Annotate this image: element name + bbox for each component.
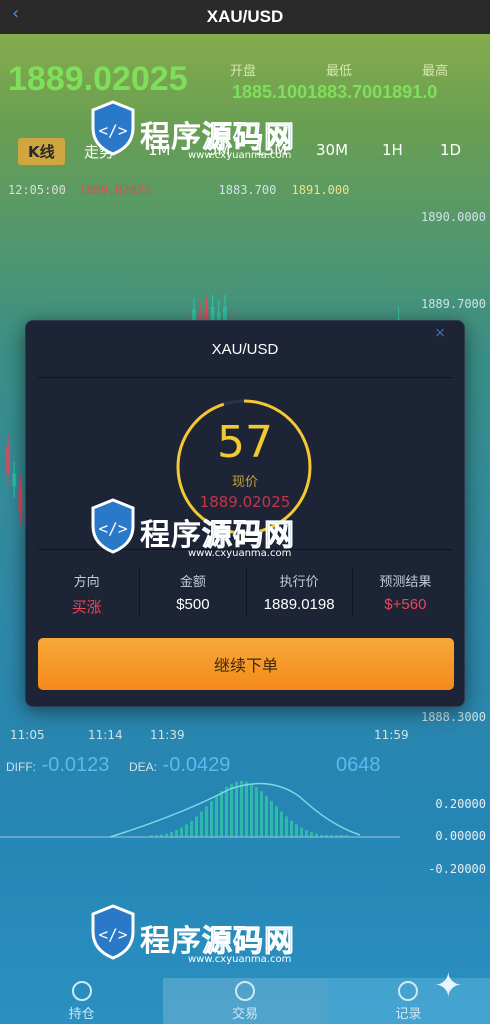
high-label: 最高 xyxy=(422,64,449,79)
candle-body xyxy=(18,486,23,513)
continue-order-button[interactable]: 继续下单 xyxy=(38,638,454,690)
macd-bar xyxy=(165,833,168,837)
detail-value: $500 xyxy=(176,596,210,613)
price-axis-label: 1889.7000 xyxy=(420,297,486,311)
macd-values-row: DIFF: -0.0123 DEA: -0.0429 0648 xyxy=(6,754,380,777)
watermark-url: www.cxyuanma.com xyxy=(188,548,292,559)
candle-body xyxy=(6,446,10,474)
macd-value: 0648 xyxy=(335,754,381,776)
macd-bar xyxy=(230,783,233,837)
macd-bar xyxy=(265,795,268,837)
macd-bar xyxy=(210,801,213,837)
nav-label: 交易 xyxy=(231,1006,258,1022)
macd-bar xyxy=(235,781,238,837)
record-icon xyxy=(398,980,419,1001)
portfolio-icon xyxy=(71,980,92,1001)
modal-title: XAU/USD xyxy=(211,341,279,358)
low-label: 最低 xyxy=(326,64,353,79)
divider xyxy=(38,377,452,378)
time-axis-label: 11:05 xyxy=(10,728,45,742)
watermark: </> 程序源码网 www.cxyuanma.com xyxy=(88,98,318,178)
macd-bar xyxy=(205,806,208,837)
macd-bar xyxy=(215,795,218,837)
macd-bar xyxy=(200,811,203,837)
price-axis-label: 1888.3000 xyxy=(420,710,486,724)
svg-text:</>: </> xyxy=(99,519,128,538)
macd-axis-label: 0.00000 xyxy=(435,829,486,843)
watermark-url: www.cxyuanma.com xyxy=(188,954,292,965)
dea-label: DEA: xyxy=(128,760,157,774)
macd-bar xyxy=(220,791,223,837)
tab-1d[interactable]: 1D xyxy=(440,141,461,159)
macd-bar xyxy=(245,781,248,837)
macd-bar xyxy=(275,806,278,837)
svg-text:</>: </> xyxy=(99,121,128,140)
macd-bar xyxy=(250,783,253,837)
macd-bar xyxy=(295,824,298,837)
detail-label: 预测结果 xyxy=(379,575,432,590)
macd-bar xyxy=(255,786,258,837)
price-axis-label: 1890.0000 xyxy=(420,210,486,224)
watermark: </> 程序源码网 www.cxyuanma.com xyxy=(88,902,318,982)
time-axis-label: 11:59 xyxy=(374,728,409,742)
detail-value: 买涨 xyxy=(71,599,102,616)
macd-bar xyxy=(225,786,228,837)
detail-value: $+560 xyxy=(384,596,427,613)
macd-bar xyxy=(300,827,303,837)
macd-bar xyxy=(240,781,243,837)
macd-chart xyxy=(0,781,400,838)
nav-label: 持仓 xyxy=(68,1006,95,1022)
bottom-nav: 持仓 交易 记录 xyxy=(0,978,490,1024)
macd-bar xyxy=(260,791,263,837)
shield-logo-icon: </> xyxy=(91,100,135,156)
macd-bar xyxy=(185,824,188,837)
shield-logo-icon: </> xyxy=(91,904,135,960)
macd-bar xyxy=(175,830,178,837)
close-icon[interactable]: × xyxy=(434,325,446,341)
back-chevron-icon[interactable]: ‹ xyxy=(12,3,19,24)
macd-axis-label: 0.20000 xyxy=(435,797,486,811)
nav-item-positions[interactable]: 持仓 xyxy=(0,978,163,1024)
macd-bar xyxy=(305,830,308,837)
shield-logo-icon: </> xyxy=(91,498,135,554)
trade-icon xyxy=(234,980,255,1001)
page-title: XAU/USD xyxy=(206,7,284,26)
nav-item-trade[interactable]: 交易 xyxy=(163,978,327,1024)
svg-text:</>: </> xyxy=(99,925,128,944)
detail-predicted-result: 预测结果 $+560 xyxy=(353,567,458,617)
macd-bar xyxy=(270,801,273,837)
sparkle-icon: ✦ xyxy=(434,966,463,1006)
macd-bar xyxy=(285,816,288,837)
watermark-url: www.cxyuanma.com xyxy=(188,150,292,161)
macd-bar xyxy=(310,832,313,837)
macd-bar xyxy=(170,832,173,837)
diff-value: -0.0123 xyxy=(41,754,110,776)
dea-value: -0.0429 xyxy=(162,754,231,776)
current-price-label: 现价 xyxy=(231,475,258,490)
macd-bar xyxy=(190,820,193,837)
open-label: 开盘 xyxy=(230,64,257,79)
macd-bar xyxy=(290,820,293,837)
candle-body xyxy=(12,473,17,487)
watermark: </> 程序源码网 www.cxyuanma.com xyxy=(88,496,318,576)
macd-bar xyxy=(180,827,183,837)
nav-label: 记录 xyxy=(395,1006,422,1022)
time-axis-label: 11:39 xyxy=(150,728,185,742)
macd-axis-label: -0.20000 xyxy=(428,862,486,876)
countdown-seconds: 57 xyxy=(217,417,273,468)
tab-30m[interactable]: 30M xyxy=(316,141,348,159)
tab-1h[interactable]: 1H xyxy=(382,141,403,159)
macd-bar xyxy=(195,816,198,837)
time-axis-label: 11:14 xyxy=(88,728,123,742)
diff-label: DIFF: xyxy=(6,760,36,774)
macd-bar xyxy=(280,811,283,837)
macd-bar xyxy=(315,833,318,837)
detail-value: 1889.0198 xyxy=(263,596,335,613)
top-bar: ‹ XAU/USD xyxy=(0,0,490,34)
last-price: 1889.02025 xyxy=(8,60,188,98)
